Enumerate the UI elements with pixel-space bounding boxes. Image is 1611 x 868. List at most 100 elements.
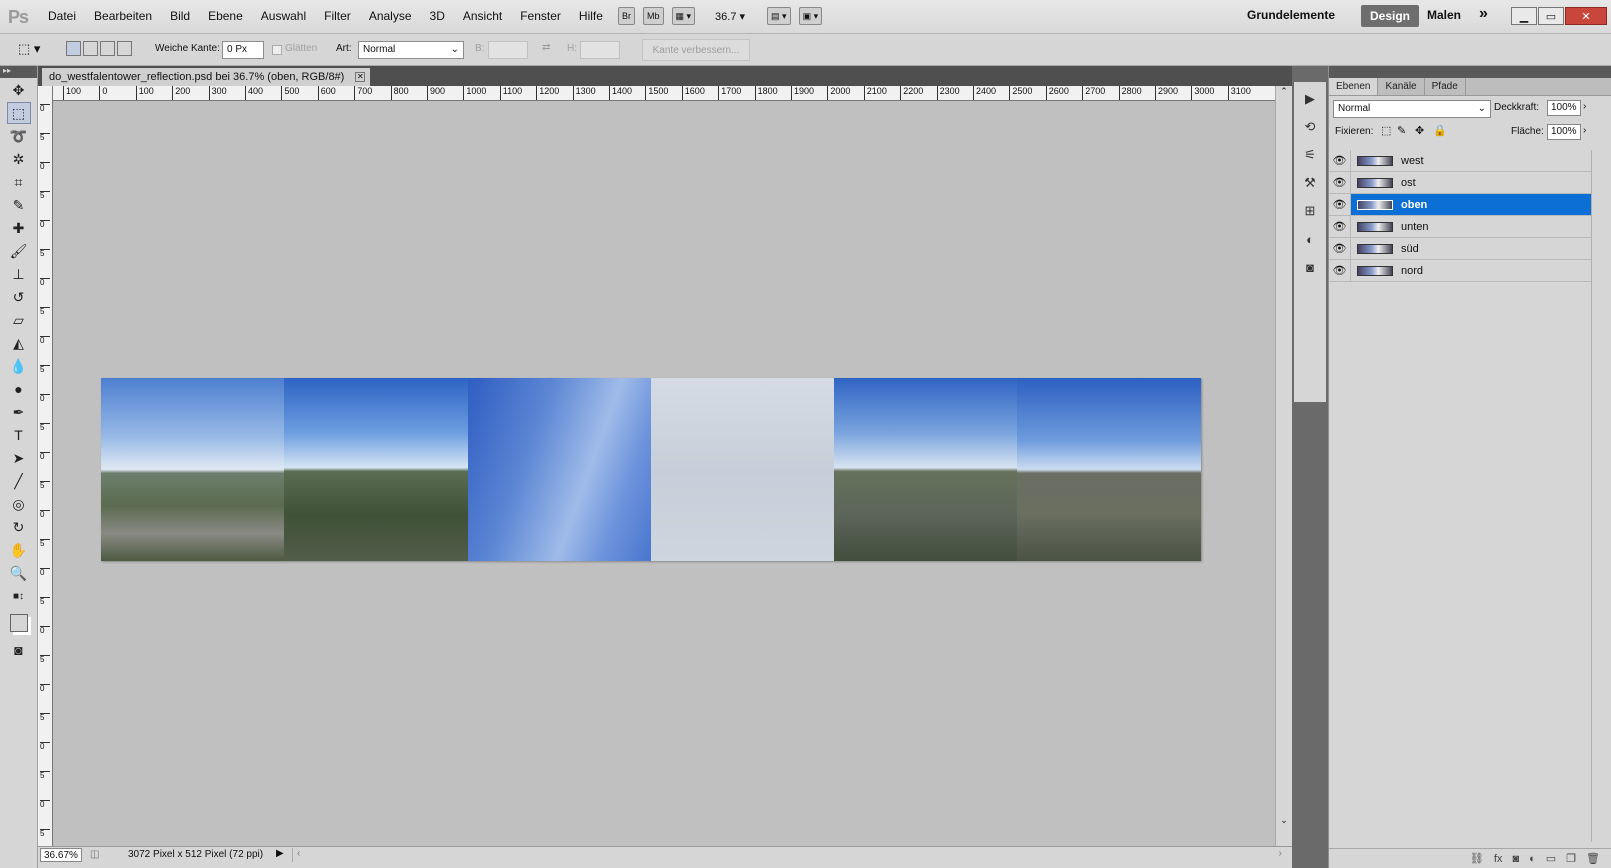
eye-icon[interactable]: 👁	[1329, 259, 1351, 282]
lock-position-icon[interactable]: ✥	[1415, 124, 1424, 137]
extras-dropdown[interactable]: ▦ ▾	[671, 7, 696, 25]
screen-mode-dropdown[interactable]: ▣ ▾	[798, 7, 823, 25]
feather-input[interactable]: 0 Px	[222, 41, 264, 59]
scroll-down-icon[interactable]: ⌄	[1276, 815, 1292, 826]
color-swatches-icon[interactable]	[7, 608, 31, 638]
quick-mask-icon[interactable]: ◙	[7, 639, 31, 661]
history-brush-tool-icon[interactable]: ↺	[7, 286, 31, 308]
3d-rotate-tool-icon[interactable]: ◎	[7, 493, 31, 515]
layer-content[interactable]: süd	[1351, 238, 1591, 259]
scroll-right-icon[interactable]: ›	[1279, 848, 1282, 859]
layer-row[interactable]: 👁 nord	[1329, 259, 1591, 282]
eye-icon[interactable]: 👁	[1329, 171, 1351, 194]
arrange-documents-dropdown[interactable]: ▤ ▾	[767, 7, 791, 25]
type-tool-icon[interactable]: T	[7, 424, 31, 446]
adjustment-layer-icon[interactable]: ◐	[1529, 853, 1536, 865]
layer-content[interactable]: nord	[1351, 260, 1591, 281]
tools-presets-panel-icon[interactable]: ⚒	[1298, 172, 1322, 194]
delete-layer-icon[interactable]: 🗑	[1586, 852, 1600, 865]
workspace-design[interactable]: Design	[1361, 5, 1419, 27]
zoom-field[interactable]: 36.67%	[40, 848, 82, 862]
status-icon[interactable]: ◫	[90, 849, 99, 860]
magic-wand-tool-icon[interactable]: ✲	[7, 148, 31, 170]
tab-pfade[interactable]: Pfade	[1425, 78, 1466, 95]
lock-image-icon[interactable]: ✎	[1397, 124, 1406, 137]
blend-mode-select[interactable]: Normal ⌄	[1333, 100, 1491, 118]
document-image[interactable]	[101, 378, 1201, 561]
menu-ansicht[interactable]: Ansicht	[463, 9, 502, 23]
actions-panel-icon[interactable]: ▶	[1298, 88, 1322, 110]
intersect-selection-icon[interactable]	[117, 41, 132, 56]
brush-tool-icon[interactable]: 🖌	[7, 240, 31, 262]
status-menu-arrow-icon[interactable]: ▶	[276, 848, 284, 859]
layer-content[interactable]: west	[1351, 150, 1591, 171]
clone-source-panel-icon[interactable]: ⊞	[1298, 200, 1322, 222]
bridge-button[interactable]: Br	[618, 7, 635, 25]
mini-bridge-button[interactable]: Mb	[643, 7, 664, 25]
new-group-icon[interactable]: ▭	[1546, 852, 1556, 865]
layer-row[interactable]: 👁 unten	[1329, 215, 1591, 238]
vertical-scrollbar[interactable]: ⌃ ⌄	[1275, 86, 1292, 856]
menu-fenster[interactable]: Fenster	[520, 9, 561, 23]
marquee-preset-icon[interactable]: ⬚ ▾	[18, 41, 40, 57]
swap-colors-icon[interactable]: ■↕	[7, 585, 31, 607]
layer-content[interactable]: ost	[1351, 172, 1591, 193]
menu-analyse[interactable]: Analyse	[369, 9, 412, 23]
history-panel-icon[interactable]: ⟲	[1298, 116, 1322, 138]
3d-orbit-tool-icon[interactable]: ↻	[7, 516, 31, 538]
marquee-tool-icon[interactable]: ⬚	[6, 102, 31, 124]
menu-datei[interactable]: Datei	[48, 9, 76, 23]
styles-panel-icon[interactable]: ◐	[1298, 228, 1322, 250]
document-tab[interactable]: do_westfalentower_reflection.psd bei 36.…	[42, 68, 371, 86]
foreground-color-swatch[interactable]	[9, 614, 28, 632]
menu-hilfe[interactable]: Hilfe	[579, 9, 603, 23]
layer-row-selected[interactable]: 👁 oben	[1329, 193, 1591, 216]
menu-bild[interactable]: Bild	[170, 9, 190, 23]
lock-transparency-icon[interactable]: ⬚	[1381, 124, 1391, 137]
eraser-tool-icon[interactable]: ▱	[7, 309, 31, 331]
adjustments-panel-icon[interactable]: ⚟	[1298, 144, 1322, 166]
workspace-essentials[interactable]: Grundelemente	[1247, 8, 1335, 22]
menu-filter[interactable]: Filter	[324, 9, 351, 23]
opacity-input[interactable]: 100%	[1547, 100, 1581, 116]
add-mask-icon[interactable]: ◙	[1512, 853, 1519, 865]
tab-kanaele[interactable]: Kanäle	[1378, 78, 1425, 95]
new-layer-icon[interactable]: ❐	[1566, 852, 1576, 865]
workspace-paint[interactable]: Malen	[1427, 8, 1461, 22]
new-selection-icon[interactable]	[66, 41, 81, 56]
layer-style-icon[interactable]: fx	[1494, 853, 1503, 865]
panel-collapse-bar[interactable]	[1329, 66, 1611, 78]
menu-auswahl[interactable]: Auswahl	[261, 9, 306, 23]
height-input[interactable]	[580, 41, 620, 59]
layer-content[interactable]: oben	[1351, 194, 1591, 215]
lasso-tool-icon[interactable]: ➰	[7, 125, 31, 147]
menu-ebene[interactable]: Ebene	[208, 9, 243, 23]
healing-brush-tool-icon[interactable]: ✚	[7, 217, 31, 239]
scroll-up-icon[interactable]: ⌃	[1276, 86, 1292, 97]
eye-icon[interactable]: 👁	[1329, 193, 1351, 216]
eyedropper-tool-icon[interactable]: ✎	[7, 194, 31, 216]
fill-input[interactable]: 100%	[1547, 124, 1581, 140]
opacity-arrow-icon[interactable]: ›	[1583, 101, 1586, 112]
line-tool-icon[interactable]: ╱	[7, 470, 31, 492]
swap-icon[interactable]: ⇄	[542, 42, 550, 53]
path-selection-tool-icon[interactable]: ➤	[7, 447, 31, 469]
layer-row[interactable]: 👁 süd	[1329, 237, 1591, 260]
add-selection-icon[interactable]	[83, 41, 98, 56]
pen-tool-icon[interactable]: ✒	[7, 401, 31, 423]
eye-icon[interactable]: 👁	[1329, 215, 1351, 238]
toolbox-collapse-icon[interactable]: ▸▸	[0, 66, 37, 78]
zoom-level-dropdown[interactable]: 36.7 ▾	[715, 10, 745, 23]
layers-scrollbar[interactable]	[1591, 150, 1608, 842]
minimize-icon[interactable]: ▁	[1511, 7, 1537, 25]
move-tool-icon[interactable]: ✥	[7, 79, 31, 101]
eye-icon[interactable]: 👁	[1329, 237, 1351, 260]
clone-stamp-tool-icon[interactable]: ⊥	[7, 263, 31, 285]
paint-bucket-tool-icon[interactable]: ◭	[7, 332, 31, 354]
more-workspaces-icon[interactable]: »	[1479, 5, 1488, 23]
lock-all-icon[interactable]: 🔒	[1433, 124, 1447, 137]
horizontal-scrollbar[interactable]: ‹ ›	[292, 848, 1292, 862]
layer-row[interactable]: 👁 ost	[1329, 171, 1591, 194]
masks-panel-icon[interactable]: ◙	[1298, 256, 1322, 278]
fill-arrow-icon[interactable]: ›	[1583, 125, 1586, 136]
